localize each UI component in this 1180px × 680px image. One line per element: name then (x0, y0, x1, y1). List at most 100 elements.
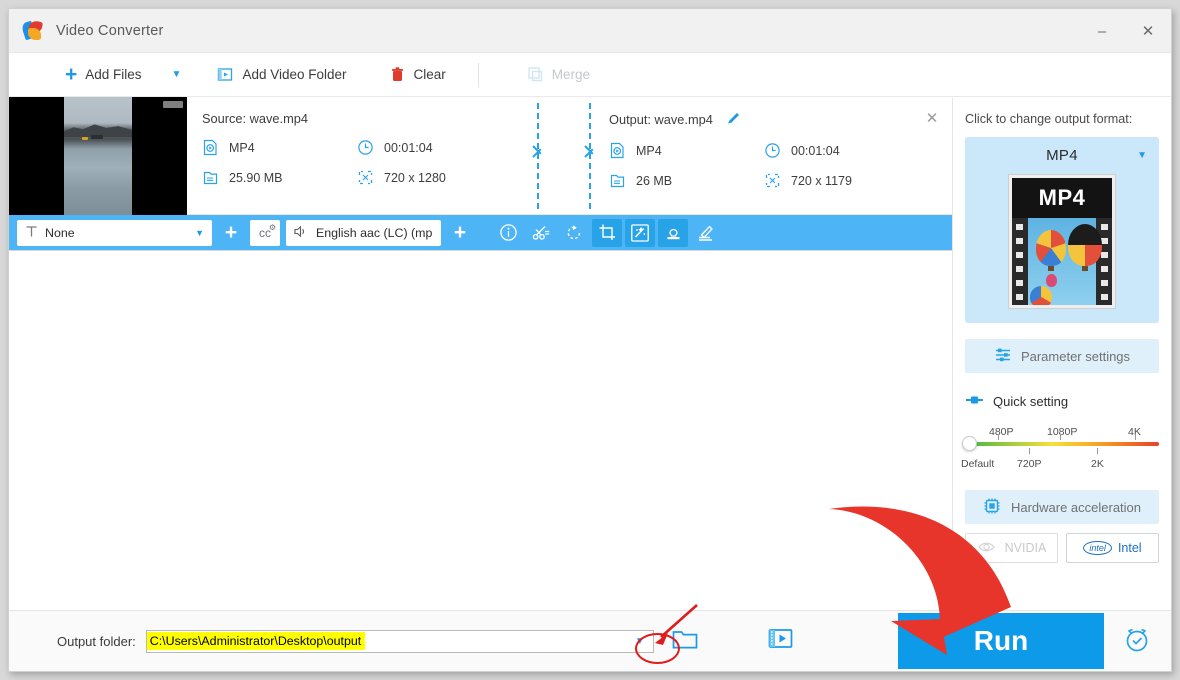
chevron-down-icon[interactable]: ▼ (439, 228, 441, 238)
parameter-settings-button[interactable]: Parameter settings (965, 339, 1159, 373)
output-format: MP4 (609, 142, 764, 159)
output-format-selector[interactable]: MP4 ▼ MP4 (965, 137, 1159, 323)
merge-icon (527, 66, 544, 83)
source-title: Source: wave.mp4 (202, 111, 308, 126)
slider-bottom-label-0: Default (961, 458, 995, 470)
subtitle-T-icon (25, 225, 38, 241)
gpu-options: NVIDIA intel Intel (965, 533, 1159, 563)
quick-setting-label: Quick setting (993, 394, 1069, 409)
output-format-panel: Click to change output format: MP4 ▼ MP4 (952, 98, 1171, 610)
scissors-cut-icon[interactable] (526, 219, 556, 247)
app-title: Video Converter (56, 22, 164, 39)
title-bar: Video Converter – ✕ (9, 9, 1171, 53)
bottom-bar: Output folder: C:\Users\Administrator\De… (9, 610, 1171, 671)
output-folder-input[interactable]: C:\Users\Administrator\Desktop\output ▼ (145, 629, 654, 653)
format-preview-label: MP4 (1012, 178, 1112, 218)
add-audio-button[interactable]: + (447, 220, 473, 246)
clear-button[interactable]: Clear (379, 60, 456, 90)
info-icon[interactable] (493, 219, 523, 247)
chevron-right-icon-1 (533, 141, 545, 161)
output-size-value: 26 MB (636, 173, 673, 188)
video-folder-icon (217, 66, 234, 83)
source-duration: 00:01:04 (357, 139, 512, 156)
trash-icon (389, 66, 406, 83)
nvidia-label: NVIDIA (1004, 541, 1047, 555)
selected-format-label: MP4 (1046, 147, 1078, 164)
plus-icon: + (65, 63, 78, 86)
add-video-folder-label: Add Video Folder (242, 67, 347, 82)
menu-divider (477, 62, 479, 87)
clock-icon (764, 142, 781, 159)
document-icon (202, 169, 219, 186)
chevron-down-icon[interactable]: ▼ (1137, 150, 1147, 161)
audio-track-value: English aac (LC) (mp (316, 225, 433, 240)
video-converter-window: Video Converter – ✕ + Add Files ▼ Add Vi… (8, 8, 1172, 672)
add-files-label: Add Files (85, 67, 142, 82)
cc-settings-button[interactable]: cc ⚙ (250, 219, 280, 246)
output-size: 26 MB (609, 172, 764, 189)
output-info-block: Output: wave.mp4 MP4 00:01:04 26 MB 720 … (609, 97, 929, 215)
edit-tools-group (493, 218, 721, 247)
add-subtitle-button[interactable]: + (218, 220, 244, 246)
rotate-icon[interactable] (559, 219, 589, 247)
minimize-button[interactable]: – (1079, 9, 1125, 53)
output-title-row: Output: wave.mp4 (609, 97, 929, 129)
red-ellipse-annotation (635, 633, 680, 664)
subtitle-value: None (45, 225, 75, 240)
intel-icon: intel (1083, 541, 1112, 555)
source-resolution-value: 720 x 1280 (384, 170, 446, 185)
close-button[interactable]: ✕ (1125, 9, 1171, 53)
parameter-settings-label: Parameter settings (1020, 348, 1131, 364)
cpu-chip-icon (983, 497, 1001, 518)
intel-label: Intel (1117, 541, 1142, 555)
source-duration-value: 00:01:04 (384, 140, 433, 155)
add-files-button[interactable]: + Add Files (55, 60, 152, 90)
toggle-icon (965, 393, 985, 410)
pencil-icon[interactable] (726, 111, 741, 129)
source-size-value: 25.90 MB (229, 170, 283, 185)
clear-label: Clear (413, 67, 446, 82)
source-size: 25.90 MB (202, 169, 357, 186)
subtitle-edit-icon[interactable] (691, 219, 721, 247)
gpu-option-nvidia[interactable]: NVIDIA (965, 533, 1058, 563)
add-video-folder-button[interactable]: Add Video Folder (207, 60, 356, 90)
slider-knob[interactable] (962, 436, 977, 451)
remove-file-button[interactable]: ✕ (922, 109, 942, 129)
chevron-down-icon[interactable]: ▼ (195, 228, 204, 238)
output-title: Output: wave.mp4 (609, 112, 713, 127)
video-thumbnail[interactable] (9, 97, 187, 215)
source-info-block: Source: wave.mp4 MP4 00:01:04 25.90 MB 7… (202, 97, 512, 215)
window-controls: – ✕ (1079, 9, 1171, 53)
merge-label: Merge (551, 67, 591, 82)
run-button[interactable]: Run (898, 613, 1104, 669)
quick-setting-row: Quick setting (965, 393, 1159, 410)
effects-wand-icon[interactable] (625, 218, 655, 247)
merge-button[interactable]: Merge (517, 60, 600, 90)
output-preview-button[interactable] (768, 627, 794, 656)
hardware-acceleration-button[interactable]: Hardware acceleration (965, 490, 1159, 524)
source-format: MP4 (202, 139, 357, 156)
subtitle-select[interactable]: None ▼ (17, 219, 212, 246)
gpu-option-intel[interactable]: intel Intel (1066, 533, 1159, 563)
watermark-stamp-icon[interactable] (658, 218, 688, 247)
output-folder-label: Output folder: (57, 633, 136, 649)
output-format-value: MP4 (636, 143, 662, 158)
clock-icon (357, 139, 374, 156)
slider-top-label-0: 480P (989, 426, 1014, 438)
hardware-acceleration-label: Hardware acceleration (1010, 499, 1142, 515)
file-item-card[interactable]: Source: wave.mp4 MP4 00:01:04 25.90 MB 7… (9, 97, 954, 215)
add-files-dropdown-button[interactable]: ▼ (162, 69, 192, 80)
crop-icon[interactable] (592, 218, 622, 247)
audio-track-select[interactable]: English aac (LC) (mp ▼ (286, 219, 441, 246)
media-file-icon (202, 139, 219, 156)
app-logo-icon (20, 19, 44, 42)
resolution-icon (764, 172, 781, 189)
source-resolution: 720 x 1280 (357, 169, 512, 186)
sliders-icon (994, 346, 1012, 367)
output-duration-value: 00:01:04 (791, 143, 840, 158)
quality-slider[interactable]: 480P 1080P 4K Default 720P 2K (961, 426, 1159, 476)
output-format-header: Click to change output format: (965, 112, 1133, 126)
menu-bar: + Add Files ▼ Add Video Folder Clear Mer… (9, 53, 1171, 97)
slider-track[interactable] (962, 434, 1159, 454)
schedule-alarm-button[interactable] (1121, 623, 1153, 660)
